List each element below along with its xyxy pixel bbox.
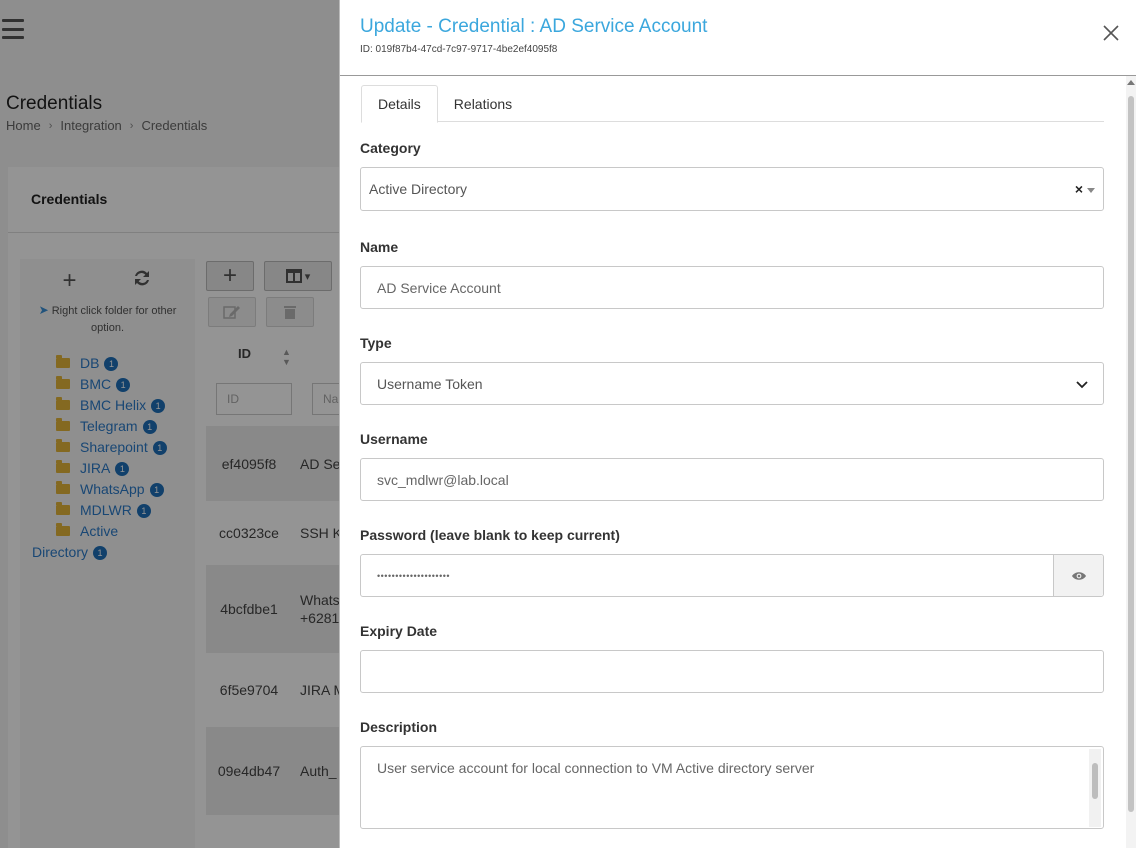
modal-title: Update - Credential : AD Service Account: [360, 16, 708, 37]
scroll-up-icon[interactable]: [1127, 80, 1135, 85]
password-masked-value[interactable]: ••••••••••••••••••••: [377, 571, 450, 581]
expiry-date-label: Expiry Date: [360, 623, 438, 639]
username-label: Username: [360, 431, 428, 447]
toggle-password-button[interactable]: [1053, 555, 1103, 596]
name-label: Name: [360, 239, 399, 255]
type-label: Type: [360, 335, 392, 351]
tab-relations[interactable]: Relations: [438, 85, 528, 122]
chevron-down-icon[interactable]: [1075, 377, 1089, 391]
expiry-date-input[interactable]: [377, 663, 1103, 680]
username-field[interactable]: [360, 458, 1104, 501]
textarea-scrollbar[interactable]: [1089, 749, 1101, 827]
tab-bar: Details Relations: [361, 85, 1104, 123]
record-id: ID: 019f87b4-47cd-7c97-9717-4be2ef4095f8: [360, 44, 558, 55]
category-label: Category: [360, 140, 421, 156]
username-input[interactable]: [377, 471, 1103, 488]
eye-icon: [1071, 571, 1086, 580]
modal-header: Update - Credential : AD Service Account…: [340, 0, 1136, 76]
category-select[interactable]: Active Directory ×: [360, 167, 1104, 211]
description-label: Description: [360, 719, 438, 735]
description-field[interactable]: User service account for local connectio…: [360, 746, 1104, 829]
description-textarea[interactable]: User service account for local connectio…: [377, 747, 1103, 827]
clear-icon[interactable]: ×: [1075, 181, 1083, 197]
modal-scrollbar[interactable]: [1126, 76, 1136, 848]
name-input[interactable]: [377, 279, 1103, 296]
modal-backdrop[interactable]: [0, 0, 340, 848]
scroll-thumb[interactable]: [1128, 96, 1134, 812]
name-field[interactable]: [360, 266, 1104, 309]
tab-details[interactable]: Details: [361, 85, 438, 123]
type-value: Username Token: [377, 375, 483, 392]
password-label: Password (leave blank to keep current): [360, 527, 620, 543]
password-field[interactable]: ••••••••••••••••••••: [360, 554, 1104, 597]
type-select[interactable]: Username Token: [360, 362, 1104, 405]
caret-down-icon[interactable]: [1087, 188, 1095, 193]
update-credential-modal: Update - Credential : AD Service Account…: [339, 0, 1136, 848]
close-icon[interactable]: [1102, 24, 1120, 42]
category-value: Active Directory: [369, 181, 468, 197]
modal-body: Details Relations Category Active Direct…: [340, 76, 1127, 848]
expiry-date-field[interactable]: [360, 650, 1104, 693]
